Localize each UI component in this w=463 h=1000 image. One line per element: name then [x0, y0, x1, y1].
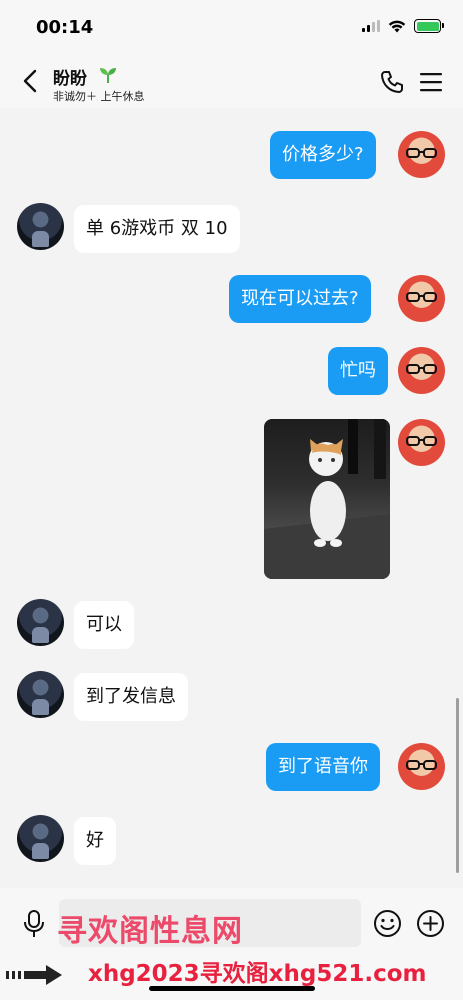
message-bubble[interactable]: 可以	[74, 601, 134, 649]
glasses-icon	[406, 148, 437, 158]
glasses-icon	[406, 364, 437, 374]
avatar[interactable]	[17, 671, 64, 718]
watermark-text: 寻欢阁性息网	[57, 914, 243, 949]
message-bubble[interactable]: 到了语音你	[266, 743, 380, 791]
emoji-icon[interactable]	[373, 909, 402, 938]
contact-name[interactable]: 盼盼	[53, 64, 87, 89]
avatar[interactable]	[17, 815, 64, 862]
sprout-icon	[100, 68, 116, 83]
wifi-icon	[388, 20, 406, 32]
phone-icon[interactable]	[379, 69, 405, 95]
avatar[interactable]	[398, 275, 445, 322]
scrollbar[interactable]	[456, 698, 459, 873]
glasses-icon	[406, 436, 437, 446]
glasses-icon	[406, 760, 437, 770]
status-icons	[362, 19, 444, 33]
battery-icon	[414, 19, 444, 33]
avatar[interactable]	[398, 743, 445, 790]
avatar[interactable]	[17, 599, 64, 646]
arrow-right-icon	[6, 965, 62, 985]
status-bar: 00:14	[0, 0, 463, 58]
message-bubble[interactable]: 好	[74, 817, 116, 865]
avatar[interactable]	[398, 419, 445, 466]
input-bar: 寻欢阁性息网 xhg2023寻欢阁xhg521.com	[0, 888, 463, 1000]
menu-icon[interactable]	[419, 71, 443, 93]
message-bubble[interactable]: 单 6游戏币 双 10	[74, 205, 240, 253]
avatar[interactable]	[398, 131, 445, 178]
status-time: 00:14	[36, 17, 94, 38]
message-bubble[interactable]: 忙吗	[328, 347, 388, 395]
microphone-icon[interactable]	[22, 910, 46, 938]
chevron-left-icon[interactable]	[16, 66, 46, 96]
plus-icon[interactable]	[416, 909, 445, 938]
glasses-icon	[406, 292, 437, 302]
message-bubble[interactable]: 到了发信息	[74, 673, 188, 721]
message-bubble[interactable]: 现在可以过去?	[229, 275, 371, 323]
contact-status: 非诚勿＋ 上午休息	[53, 90, 145, 103]
watermark-url: xhg2023寻欢阁xhg521.com	[88, 961, 427, 987]
signal-icon	[362, 20, 380, 32]
image-message[interactable]	[264, 419, 390, 579]
home-indicator[interactable]	[149, 986, 315, 991]
cat-photo	[264, 419, 390, 579]
message-bubble[interactable]: 价格多少?	[270, 131, 376, 179]
chat-header: 盼盼 非诚勿＋ 上午休息	[0, 58, 463, 108]
avatar[interactable]	[398, 347, 445, 394]
avatar[interactable]	[17, 203, 64, 250]
